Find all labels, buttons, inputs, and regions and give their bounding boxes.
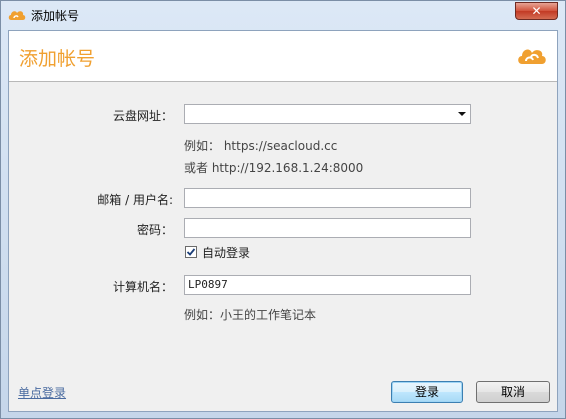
seafile-logo-icon <box>8 11 26 20</box>
dialog-content: 添加帐号 云盘网址： 例如： https://seacloud.cc 或者 ht… <box>8 30 558 412</box>
login-button[interactable]: 登录 <box>391 381 463 403</box>
dialog-header: 添加帐号 <box>9 31 557 82</box>
header-title: 添加帐号 <box>19 48 96 70</box>
computer-name-hint: 例如：小王的工作笔记本 <box>184 308 317 322</box>
computer-name-label: 计算机名： <box>112 280 173 294</box>
email-field[interactable] <box>184 188 471 208</box>
single-sign-on-link[interactable]: 单点登录 <box>18 384 66 401</box>
auto-login-checkbox[interactable] <box>185 246 197 258</box>
dropdown-arrow-icon[interactable] <box>458 112 466 116</box>
server-url-combobox[interactable] <box>184 104 471 124</box>
computer-name-field[interactable]: LP0897 <box>184 275 471 295</box>
checkmark-icon <box>186 248 196 256</box>
server-url-hint-1: 例如： https://seacloud.cc <box>184 139 338 153</box>
auto-login-label[interactable]: 自动登录 <box>202 244 250 261</box>
computer-name-value: LP0897 <box>188 278 228 291</box>
email-label: 邮箱 / 用户名: <box>97 193 173 207</box>
title-bar[interactable]: 添加帐号 ✕ <box>1 1 565 29</box>
server-url-label: 云盘网址： <box>112 109 173 123</box>
cancel-button[interactable]: 取消 <box>476 381 550 403</box>
password-label: 密码： <box>136 223 173 237</box>
seafile-cloud-logo-icon <box>518 49 546 64</box>
add-account-window: 添加帐号 ✕ 添加帐号 云盘网址： 例如： https://seacloud.c… <box>0 0 566 419</box>
close-button[interactable]: ✕ <box>515 2 558 20</box>
password-field[interactable] <box>184 218 471 238</box>
server-url-hint-2: 或者 http://192.168.1.24:8000 <box>184 161 364 175</box>
window-title: 添加帐号 <box>31 9 80 23</box>
close-icon: ✕ <box>531 4 542 18</box>
